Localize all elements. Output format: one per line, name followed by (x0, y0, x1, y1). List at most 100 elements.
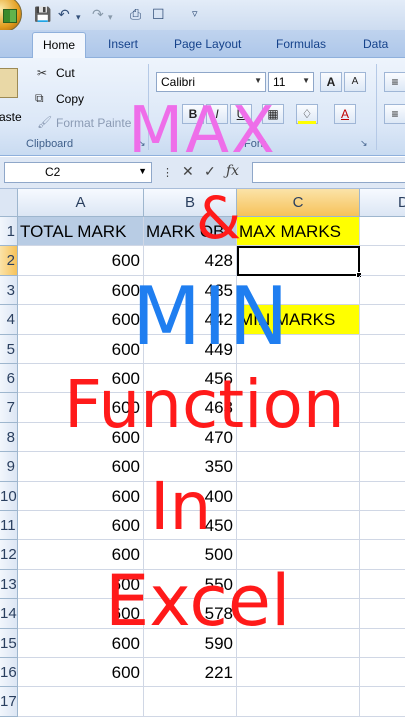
cell-b6[interactable]: 456 (144, 364, 237, 394)
shrink-font-button[interactable]: A (344, 72, 366, 92)
cell-a3[interactable]: 600 (18, 275, 144, 306)
name-box[interactable]: C2 ▼ (4, 162, 152, 183)
row-header[interactable]: 6 (0, 364, 18, 394)
cell-d9[interactable] (360, 452, 405, 482)
customize-toolbar-icon[interactable]: ▿ (192, 6, 198, 22)
cell-d16[interactable] (360, 658, 405, 688)
cell-c15[interactable] (237, 628, 360, 658)
cell-c14[interactable] (237, 599, 360, 629)
cell-b14[interactable]: 578 (144, 599, 237, 629)
cell-b4[interactable]: 442 (144, 305, 237, 335)
cell-d12[interactable] (360, 540, 405, 570)
row-header[interactable]: 13 (0, 569, 18, 600)
cell-a15[interactable]: 600 (18, 628, 144, 658)
cell-d14[interactable] (360, 599, 405, 629)
cell-a2[interactable]: 600 (18, 246, 144, 276)
align-left-button[interactable]: ≡ (384, 104, 405, 124)
cell-a9[interactable]: 600 (18, 452, 144, 482)
row-header[interactable]: 14 (0, 599, 18, 629)
tab-insert[interactable]: Insert (108, 37, 138, 51)
cell-c2[interactable] (237, 246, 362, 278)
row-header[interactable]: 3 (0, 275, 18, 306)
cell-a17[interactable] (18, 687, 144, 717)
column-header-b[interactable]: B (144, 189, 237, 217)
row-header[interactable]: 11 (0, 511, 18, 541)
copy-button[interactable]: Copy (56, 92, 84, 106)
tab-page-layout[interactable]: Page Layout (174, 37, 241, 51)
cell-a8[interactable]: 600 (18, 422, 144, 453)
cell-b16[interactable]: 221 (144, 658, 237, 688)
cell-d11[interactable] (360, 511, 405, 541)
tab-formulas[interactable]: Formulas (276, 37, 326, 51)
underline-button[interactable]: U (230, 104, 252, 124)
cell-a6[interactable]: 600 (18, 364, 144, 394)
undo-dropdown-icon[interactable]: ▾ (76, 9, 81, 25)
cell-b11[interactable]: 450 (144, 511, 237, 541)
cell-d15[interactable] (360, 629, 405, 658)
cell-d13[interactable] (360, 570, 405, 600)
cell-b13[interactable]: 550 (144, 569, 237, 600)
row-header[interactable]: 2 (0, 246, 18, 276)
cell-b8[interactable]: 470 (144, 422, 237, 453)
font-color-button[interactable]: A (334, 104, 356, 124)
cell-a14[interactable]: 600 (18, 599, 144, 629)
cell-c1[interactable]: MAX MARKS (237, 217, 360, 247)
cell-a16[interactable]: 600 (18, 658, 144, 688)
tab-data[interactable]: Data (363, 37, 388, 51)
tab-home[interactable]: Home (32, 32, 87, 58)
cell-a4[interactable]: 600 (18, 305, 144, 335)
font-size-select[interactable]: 11 ▼ (268, 72, 314, 92)
office-button[interactable] (0, 0, 22, 32)
cell-c13[interactable] (237, 569, 360, 600)
row-header[interactable]: 10 (0, 481, 18, 511)
cell-a12[interactable]: 600 (18, 540, 144, 570)
column-header-d[interactable]: D (360, 189, 405, 217)
enter-icon[interactable]: ✓ (204, 163, 216, 180)
cell-d2[interactable] (360, 246, 405, 276)
cell-c10[interactable] (237, 481, 360, 511)
cell-d1[interactable] (360, 217, 405, 247)
cell-a13[interactable]: 600 (18, 569, 144, 600)
redo-icon[interactable]: ↷ (92, 6, 104, 22)
row-header[interactable]: 7 (0, 393, 18, 423)
align-top-button[interactable]: ≡ (384, 72, 405, 92)
cell-a11[interactable]: 600 (18, 511, 144, 541)
cell-d6[interactable] (360, 364, 405, 394)
cell-b5[interactable]: 449 (144, 334, 237, 364)
cell-b2[interactable]: 428 (144, 246, 237, 276)
save-icon[interactable]: 💾 (34, 6, 51, 22)
cell-b17[interactable] (144, 687, 237, 717)
cell-c9[interactable] (237, 452, 360, 482)
cancel-icon[interactable]: ✕ (182, 163, 194, 180)
cell-d10[interactable] (360, 482, 405, 511)
format-painter-button[interactable]: Format Painte (56, 116, 131, 130)
row-header[interactable]: 17 (0, 687, 18, 717)
italic-button[interactable]: I (206, 104, 228, 124)
paste-button[interactable]: aste (0, 62, 26, 132)
select-all-corner[interactable] (0, 189, 18, 217)
cell-b10[interactable]: 400 (144, 481, 237, 511)
redo-dropdown-icon[interactable]: ▾ (108, 9, 113, 25)
cell-a7[interactable]: 600 (18, 393, 144, 423)
column-header-c[interactable]: C (237, 189, 360, 217)
cell-c8[interactable] (237, 422, 360, 453)
cell-d7[interactable] (360, 393, 405, 423)
cell-b12[interactable]: 500 (144, 540, 237, 570)
cell-b1[interactable]: MARK OB (144, 217, 237, 247)
print-icon[interactable]: ⎙ (130, 6, 141, 22)
cell-c3[interactable] (237, 275, 360, 306)
cell-a1[interactable]: TOTAL MARK (18, 217, 144, 247)
bold-button[interactable]: B (182, 104, 204, 124)
insert-function-icon[interactable]: ƒx (226, 163, 239, 179)
row-header[interactable]: 4 (0, 305, 18, 335)
cell-d5[interactable] (360, 335, 405, 364)
formula-input[interactable] (252, 162, 405, 183)
cell-c17[interactable] (237, 687, 360, 717)
cell-d17[interactable] (360, 687, 405, 717)
column-header-a[interactable]: A (18, 189, 144, 217)
cell-c11[interactable] (237, 511, 360, 541)
row-header[interactable]: 1 (0, 217, 18, 247)
cell-b15[interactable]: 590 (144, 628, 237, 658)
cell-a5[interactable]: 600 (18, 334, 144, 364)
row-header[interactable]: 12 (0, 540, 18, 570)
